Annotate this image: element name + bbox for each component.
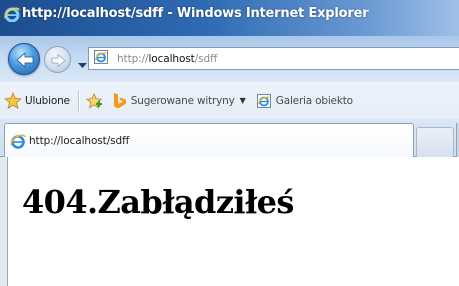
window-title: http://localhost/sdff - Windows Internet… — [22, 6, 369, 21]
address-url[interactable]: http://localhost/sdff — [117, 52, 217, 66]
suggested-sites-label: Sugerowane witryny — [130, 94, 235, 107]
ie-page-icon — [256, 93, 271, 108]
tab-label: http://localhost/sdff — [29, 134, 130, 147]
internet-explorer-logo-icon — [4, 6, 20, 26]
page-icon — [93, 49, 109, 69]
chevron-down-icon — [78, 63, 87, 68]
forward-arrow-icon — [51, 53, 66, 68]
bing-icon — [113, 92, 126, 108]
address-bar[interactable]: http://localhost/sdff — [88, 47, 459, 70]
suggested-sites-button[interactable]: Sugerowane witryny ▼ — [113, 89, 256, 113]
tab-active[interactable]: http://localhost/sdff — [4, 123, 414, 157]
page-content: 404.Zabłądziłeś — [0, 157, 459, 286]
star-icon — [4, 91, 22, 109]
forward-button[interactable] — [44, 46, 71, 73]
navigation-bar: http://localhost/sdff — [0, 36, 459, 82]
back-button[interactable] — [8, 43, 40, 75]
favorites-button[interactable]: Ulubione — [4, 89, 70, 113]
tab-row: http://localhost/sdff — [0, 119, 459, 157]
favorites-label: Ulubione — [25, 94, 70, 107]
address-scheme: http:// — [117, 52, 149, 65]
gallery-label: Galeria obiekto — [275, 94, 353, 107]
title-bar: http://localhost/sdff - Windows Internet… — [0, 0, 459, 36]
address-host: localhost — [148, 52, 195, 65]
add-to-favorites-bar-button[interactable] — [85, 89, 103, 113]
address-path: /sdff — [194, 52, 218, 65]
recent-pages-dropdown-button[interactable] — [78, 54, 87, 73]
add-favorite-star-icon — [85, 92, 103, 108]
favorites-separator — [77, 89, 79, 112]
back-arrow-icon — [16, 52, 34, 68]
page-heading: 404.Zabłądziłeś — [22, 183, 294, 221]
internet-explorer-tab-icon — [10, 134, 26, 149]
web-slice-gallery-button[interactable]: Galeria obiekto — [256, 89, 353, 113]
window-left-frame — [0, 157, 8, 286]
chevron-down-icon: ▼ — [239, 96, 246, 105]
new-tab-button[interactable] — [416, 127, 454, 157]
favorites-bar: Ulubione Sugerowane witryny ▼ Galeria ob… — [0, 82, 459, 119]
